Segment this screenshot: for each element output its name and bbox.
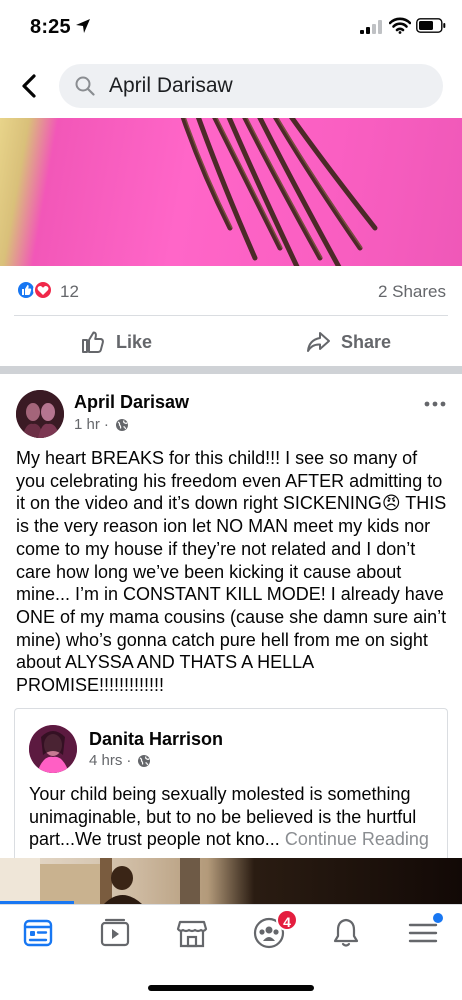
divider: [14, 315, 448, 316]
status-bar: 8:25: [0, 0, 462, 56]
video-preview[interactable]: [0, 858, 462, 904]
more-options-icon[interactable]: [422, 394, 448, 414]
video-frame-image: [0, 858, 200, 904]
home-indicator[interactable]: [148, 985, 314, 991]
cellular-signal-icon: [360, 20, 382, 34]
shared-post-card[interactable]: Danita Harrison 4 hrs · Your child being…: [14, 708, 448, 858]
share-label: Share: [341, 331, 392, 352]
shared-post-meta: 4 hrs ·: [89, 752, 151, 769]
watch-icon[interactable]: [97, 915, 133, 951]
author-avatar[interactable]: [16, 390, 64, 438]
reaction-count: 12: [60, 282, 79, 301]
love-reaction-icon: [33, 280, 53, 300]
section-divider: [0, 366, 462, 374]
like-label: Like: [116, 331, 153, 352]
shared-post-text: Your child being sexually molested is so…: [29, 783, 443, 851]
post-photo[interactable]: [0, 118, 462, 266]
marketplace-icon[interactable]: [174, 915, 210, 951]
shares-count[interactable]: 2 Shares: [378, 282, 446, 302]
action-row: Like Share: [0, 318, 462, 364]
post-body-text: My heart BREAKS for this child!!! I see …: [16, 448, 447, 696]
thumbs-up-icon: [82, 331, 104, 353]
search-icon: [75, 76, 95, 96]
meta-separator: ·: [126, 752, 132, 769]
post-author-name[interactable]: April Darisaw: [74, 392, 189, 413]
wifi-icon: [389, 17, 411, 34]
globe-icon: [115, 418, 128, 431]
shared-author-name[interactable]: Danita Harrison: [89, 729, 223, 750]
location-arrow-icon: [76, 19, 90, 33]
globe-icon: [138, 754, 151, 767]
notifications-icon[interactable]: [328, 915, 364, 951]
meta-separator: ·: [103, 416, 109, 433]
like-button[interactable]: Like: [80, 328, 152, 356]
bottom-navigation: 4: [0, 904, 462, 1000]
post-header: April Darisaw 1 hr ·: [0, 388, 462, 444]
share-arrow-icon: [307, 332, 330, 352]
shared-author-avatar[interactable]: [29, 725, 77, 773]
search-input[interactable]: April Darisaw: [59, 64, 443, 108]
search-header: April Darisaw: [0, 56, 462, 118]
share-button[interactable]: Share: [305, 328, 391, 356]
braids-image: [180, 118, 378, 266]
post-meta: 1 hr ·: [74, 416, 129, 433]
shared-post-timestamp[interactable]: 4 hrs: [89, 752, 122, 769]
continue-reading-link[interactable]: Continue Reading: [285, 829, 429, 849]
back-arrow-icon[interactable]: [14, 68, 46, 104]
post-timestamp[interactable]: 1 hr: [74, 416, 100, 433]
reactions-row[interactable]: 12 2 Shares: [0, 276, 462, 308]
battery-icon: [416, 18, 446, 33]
menu-notification-dot: [433, 913, 443, 923]
search-query: April Darisaw: [109, 74, 233, 97]
status-time: 8:25: [30, 16, 71, 38]
groups-notification-badge: 4: [276, 909, 298, 931]
news-feed-icon[interactable]: [20, 915, 56, 951]
